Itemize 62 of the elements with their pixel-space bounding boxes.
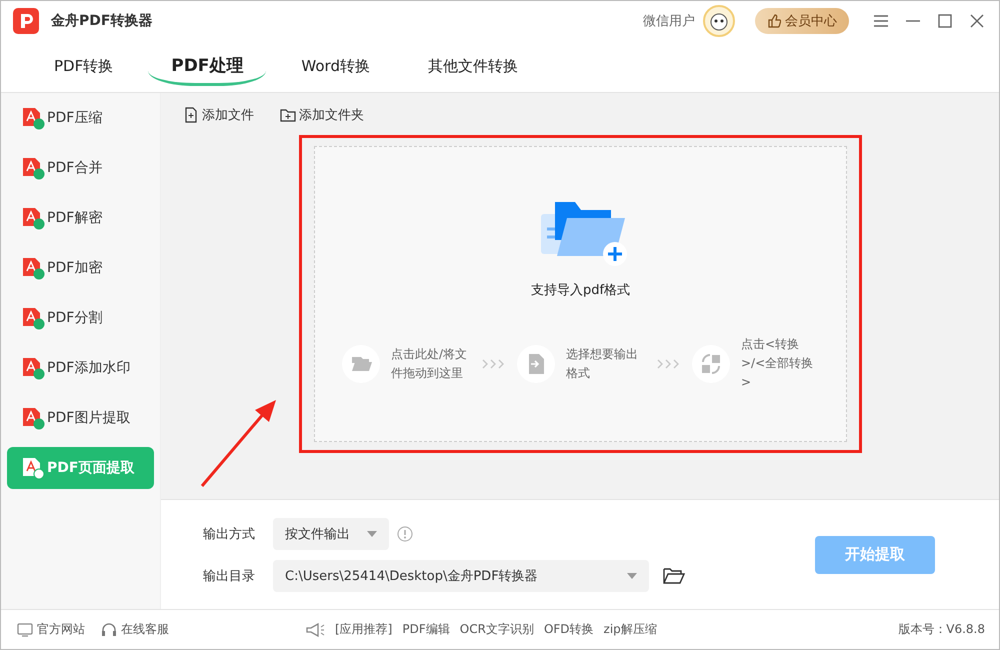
sidebar-item[interactable]: PDF分割 (7, 297, 154, 339)
sidebar-item[interactable]: PDF解密 (7, 197, 154, 239)
minimize-icon (905, 20, 921, 22)
pdf-file-icon (22, 156, 45, 180)
folder-plus-icon (280, 107, 296, 123)
step-text: 选择想要输出格式 (566, 346, 639, 382)
avatar-icon (703, 5, 735, 37)
app-link[interactable]: PDF编辑 (402, 621, 450, 638)
file-plus-icon (183, 107, 199, 123)
folder-icon (341, 344, 381, 384)
chevrons-icon (657, 358, 679, 368)
info-icon (397, 526, 413, 542)
window-title: 金舟PDF转换器 (51, 12, 152, 30)
field-label: 输出方式 (203, 526, 256, 542)
app-link[interactable]: zip解压缩 (604, 621, 657, 638)
sidebar-item[interactable]: PDF合并 (7, 147, 154, 189)
sidebar-item[interactable]: PDF压缩 (7, 97, 154, 139)
close-icon (969, 13, 985, 29)
tab[interactable]: PDF转换 (31, 51, 136, 82)
maximize-icon (937, 13, 953, 29)
vip-center-button[interactable]: 会员中心 (755, 8, 849, 34)
output-directory-dropdown[interactable]: C:\Users\25414\Desktop\金舟PDF转换器 (273, 560, 649, 592)
chevrons-icon (482, 358, 504, 368)
add-folder-button[interactable]: 添加文件夹 (280, 106, 364, 124)
folder-open-icon (663, 566, 685, 584)
tab[interactable]: 其他文件转换 (404, 51, 541, 82)
user-name[interactable]: 微信用户 (643, 12, 695, 30)
pdf-file-icon (22, 306, 45, 330)
sidebar-item[interactable]: PDF加密 (7, 247, 154, 289)
field-label: 输出目录 (203, 568, 256, 584)
add-file-button[interactable]: 添加文件 (183, 106, 254, 124)
monitor-icon (17, 622, 33, 638)
pdf-file-icon (22, 456, 45, 480)
sidebar-item[interactable]: PDF添加水印 (7, 347, 154, 389)
support-link[interactable]: 在线客服 (101, 621, 169, 638)
sidebar-item[interactable]: PDF图片提取 (7, 397, 154, 439)
step-text: 点击<转换>/<全部转换> (741, 336, 814, 391)
app-logo-icon (13, 8, 39, 34)
pdf-file-icon (22, 356, 45, 380)
recommend-label: [应用推荐] (335, 621, 392, 638)
caret-icon (367, 530, 377, 536)
pdf-file-icon (22, 406, 45, 430)
app-link[interactable]: OFD转换 (544, 621, 594, 638)
pdf-file-icon (22, 206, 45, 230)
drop-hint: 支持导入pdf格式 (530, 282, 630, 299)
squares-icon (691, 344, 731, 384)
thumbs-up-icon (767, 14, 781, 28)
output-mode-dropdown[interactable]: 按文件输出 (273, 518, 389, 550)
megaphone-icon (305, 622, 325, 638)
caret-icon (627, 572, 637, 578)
annotation-arrow-icon (199, 398, 279, 488)
step-text: 点击此处/将文件拖动到这里 (391, 346, 468, 382)
tab[interactable]: Word转换 (278, 51, 393, 82)
pdf-file-icon (22, 256, 45, 280)
menu-icon (873, 13, 889, 29)
headset-icon (101, 622, 117, 638)
drop-zone[interactable]: 支持导入pdf格式 点击此处/将文件拖动到这里 选择想要输出格式 点击<转换>/<全部转换> (314, 146, 847, 442)
website-link[interactable]: 官方网站 (17, 621, 85, 638)
pdf-file-icon (22, 106, 45, 130)
version-text: 版本号：V6.8.8 (898, 621, 985, 638)
tab[interactable]: PDF处理 (148, 48, 266, 86)
app-link[interactable]: OCR文字识别 (460, 621, 534, 638)
